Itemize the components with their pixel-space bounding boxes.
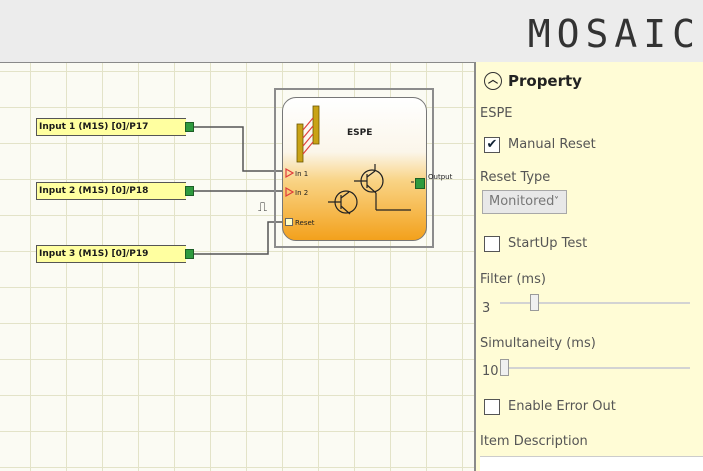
in1-arrow-icon	[285, 167, 295, 179]
output-label: Output	[428, 173, 453, 181]
chevron-down-icon: ˅	[554, 196, 559, 207]
in2-label: In 2	[295, 189, 309, 197]
startup-test-checkbox[interactable]	[484, 236, 500, 252]
manual-reset-label: Manual Reset	[508, 137, 596, 152]
property-panel: ︿ Property ESPE ✔ Manual Reset Reset Typ…	[476, 62, 703, 471]
manual-reset-checkbox[interactable]: ✔	[484, 137, 500, 153]
filter-slider-thumb[interactable]	[530, 294, 539, 311]
espe-function-block[interactable]: ESPE In 1 In 2 Reset	[282, 97, 427, 241]
light-curtain-icon	[296, 105, 320, 163]
block-name: ESPE	[480, 106, 513, 121]
transistor-icon-1	[328, 190, 358, 215]
reset-type-label: Reset Type	[480, 170, 551, 185]
top-bar: MOSAIC	[0, 0, 703, 62]
espe-title: ESPE	[347, 128, 373, 138]
enable-error-out-checkbox[interactable]	[484, 399, 500, 415]
input-3-label: Input 3 (M1S) [0]/P19	[39, 249, 149, 259]
input-block-2[interactable]: Input 2 (M1S) [0]/P18	[36, 182, 194, 200]
filter-slider-track[interactable]	[500, 302, 690, 304]
input-1-label: Input 1 (M1S) [0]/P17	[39, 122, 149, 132]
input-1-port[interactable]	[185, 122, 194, 132]
filter-value: 3	[482, 301, 491, 316]
reset-type-dropdown[interactable]: Monitored ˅	[482, 190, 567, 214]
transistor-icon-2	[354, 164, 411, 211]
in2-arrow-icon	[285, 186, 295, 198]
input-2-port[interactable]	[185, 186, 194, 196]
input-3-port[interactable]	[185, 249, 194, 259]
item-description-field[interactable]	[480, 456, 703, 471]
item-description-label: Item Description	[480, 434, 588, 449]
filter-label: Filter (ms)	[480, 272, 546, 287]
mosaic-logo: MOSAIC	[527, 12, 701, 56]
simultaneity-value: 10	[482, 364, 499, 379]
simultaneity-slider-track[interactable]	[500, 367, 690, 369]
input-block-1[interactable]: Input 1 (M1S) [0]/P17	[36, 118, 194, 136]
wire-input-3	[193, 221, 286, 255]
input-2-label: Input 2 (M1S) [0]/P18	[39, 186, 149, 196]
output-port[interactable]	[415, 178, 425, 189]
chevron-up-icon[interactable]: ︿	[484, 72, 502, 90]
wire-input-1	[193, 126, 287, 172]
simultaneity-slider-thumb[interactable]	[500, 359, 509, 376]
reset-type-value: Monitored	[489, 194, 555, 209]
simultaneity-label: Simultaneity (ms)	[480, 336, 596, 351]
startup-test-label: StartUp Test	[508, 236, 588, 251]
enable-error-out-label: Enable Error Out	[508, 399, 616, 414]
property-title: Property	[508, 72, 582, 90]
in1-label: In 1	[295, 170, 309, 178]
input-block-3[interactable]: Input 3 (M1S) [0]/P19	[36, 245, 194, 263]
diagram-canvas[interactable]: Input 1 (M1S) [0]/P17 Input 2 (M1S) [0]/…	[0, 62, 476, 471]
property-header[interactable]: ︿ Property	[484, 72, 582, 90]
pulse-icon: ⎍	[258, 200, 268, 215]
reset-label: Reset	[295, 219, 315, 227]
reset-port[interactable]	[285, 218, 293, 226]
